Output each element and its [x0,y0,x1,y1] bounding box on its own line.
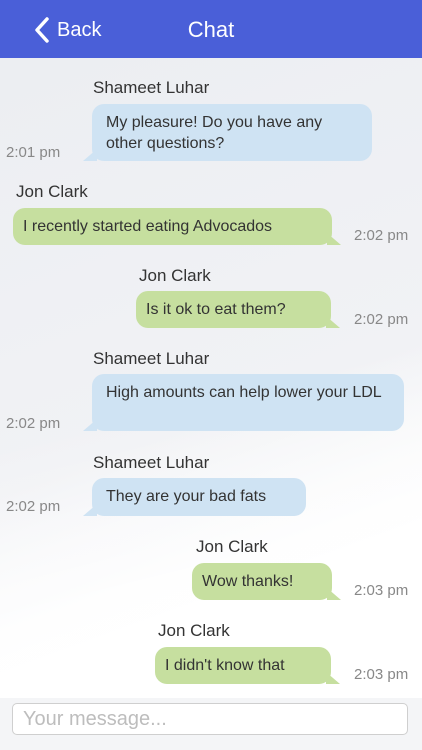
message-timestamp: 2:02 pm [354,311,409,328]
message-timestamp: 2:02 pm [354,227,409,244]
message-timestamp: 2:03 pm [354,582,409,599]
message-sender: Jon Clark [196,537,268,556]
message-timestamp: 2:02 pm [6,498,61,515]
message-sender: Jon Clark [16,182,88,201]
message-list[interactable]: Shameet Luhar My pleasure! Do you have a… [0,58,422,698]
message-composer [0,698,422,750]
outgoing-message-bubble: Wow thanks! [192,563,341,600]
incoming-message-bubble: They are your bad fats [83,478,306,516]
message-timestamp: 2:03 pm [354,666,409,683]
incoming-message-bubble: My pleasure! Do you have any other quest… [83,104,372,161]
message-sender: Shameet Luhar [93,78,210,97]
incoming-message-bubble: High amounts can help lower your LDL [83,374,404,431]
outgoing-message-bubble: Is it ok to eat them? [136,291,340,328]
outgoing-message-bubble: I recently started eating Advocados [13,208,341,245]
message-input[interactable] [12,703,408,735]
message-sender: Jon Clark [139,266,211,285]
message-sender: Jon Clark [158,621,230,640]
navigation-bar: Back Chat [0,0,422,58]
message-sender: Shameet Luhar [93,349,210,368]
outgoing-message-bubble: I didn't know that [155,647,340,684]
message-timestamp: 2:02 pm [6,415,61,432]
message-timestamp: 2:01 pm [6,144,61,161]
page-title: Chat [187,17,235,42]
message-sender: Shameet Luhar [93,453,210,472]
